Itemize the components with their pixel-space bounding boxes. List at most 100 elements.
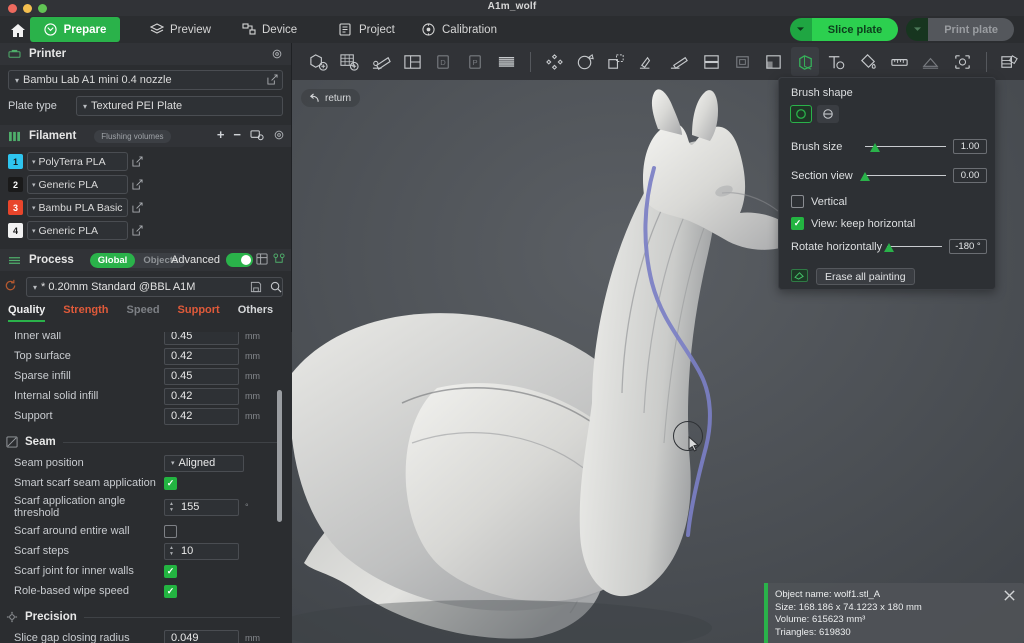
edit-filament-3-icon[interactable] — [132, 202, 143, 213]
cut-icon[interactable] — [665, 47, 693, 76]
setting-checkbox[interactable]: ✓ — [164, 564, 177, 578]
print-plate-button[interactable]: Print plate — [906, 18, 1014, 41]
save-preset-icon[interactable] — [250, 281, 262, 293]
filament-1-select[interactable]: ▾ PolyTerra PLA — [27, 152, 128, 171]
setting-value-input[interactable]: 0.45 — [164, 332, 239, 345]
section-view-value[interactable]: 0.00 — [953, 168, 987, 183]
move-icon[interactable] — [540, 47, 568, 76]
spinner-arrows-icon[interactable]: ▲ ▼ — [169, 545, 174, 557]
assembly-icon[interactable] — [917, 47, 945, 76]
filament-slot-3[interactable]: 3 ▾ Bambu PLA Basic — [8, 198, 143, 217]
add-object-icon[interactable] — [304, 47, 332, 76]
simplify-icon[interactable] — [948, 47, 976, 76]
reset-preset-icon[interactable] — [4, 279, 17, 292]
setting-value-input[interactable]: 0.049 — [164, 629, 239, 643]
copy-icon[interactable]: D — [430, 47, 458, 76]
setting-value-input[interactable]: 0.42 — [164, 407, 239, 425]
setting-checkbox[interactable]: ✓ — [164, 584, 177, 598]
seam-paint-icon[interactable] — [728, 47, 756, 76]
setting-value-input[interactable]: 0.42 — [164, 347, 239, 365]
edit-filament-4-icon[interactable] — [132, 225, 143, 236]
tab-preview[interactable]: Preview — [136, 17, 225, 42]
setting-value-input[interactable]: 0.42 — [164, 387, 239, 405]
brush-size-value[interactable]: 1.00 — [953, 139, 987, 154]
plate-type-select[interactable]: ▾ Textured PEI Plate — [76, 96, 283, 116]
slider-thumb[interactable] — [883, 242, 894, 252]
tab-strength[interactable]: Strength — [63, 304, 108, 322]
edit-printer-icon[interactable] — [267, 74, 278, 85]
paste-icon[interactable]: P — [461, 47, 489, 76]
sync-filament-icon[interactable] — [250, 129, 264, 141]
keep-horizontal-checkbox[interactable]: ✓ — [791, 217, 804, 230]
layers-icon[interactable] — [492, 47, 520, 76]
scale-icon[interactable] — [603, 47, 631, 76]
spinner-arrows-icon[interactable]: ▲ ▼ — [169, 501, 174, 513]
setting-checkbox[interactable] — [164, 524, 177, 538]
erase-all-painting-button[interactable]: Erase all painting — [816, 268, 915, 285]
tab-project[interactable]: Project — [325, 17, 409, 42]
tab-quality[interactable]: Quality — [8, 304, 46, 322]
setting-value-spinner[interactable]: ▲ ▼ 10 — [164, 542, 239, 560]
sphere-brush-button[interactable] — [790, 105, 812, 123]
rotate-slider[interactable] — [883, 242, 942, 252]
slice-plate-dropdown-arrow[interactable] — [789, 18, 812, 41]
edit-filament-1-icon[interactable] — [132, 156, 143, 167]
filament-2-select[interactable]: ▾ Generic PLA — [27, 175, 128, 194]
tab-calibration[interactable]: Calibration — [408, 17, 511, 42]
erase-all-painting-icon[interactable] — [791, 269, 808, 282]
color-paint-icon[interactable] — [791, 47, 820, 76]
filament-settings-gear-icon[interactable] — [273, 129, 285, 141]
printer-settings-gear-icon[interactable] — [271, 48, 283, 60]
tab-speed[interactable]: Speed — [127, 304, 160, 322]
fuzzy-skin-icon[interactable] — [760, 47, 788, 76]
rotate-icon[interactable] — [571, 47, 599, 76]
filament-slot-2[interactable]: 2 ▾ Generic PLA — [8, 175, 143, 194]
settings-scroll-area[interactable]: Inner wall 0.45 mm Top surface 0.42 mm S… — [0, 332, 292, 643]
section-view-slider[interactable] — [860, 171, 946, 181]
circle-brush-button[interactable] — [817, 105, 839, 123]
setting-checkbox[interactable]: ✓ — [164, 476, 177, 490]
vertical-checkbox-row[interactable]: Vertical — [791, 195, 847, 208]
tab-others[interactable]: Others — [238, 304, 273, 322]
setting-value-input[interactable]: 0.45 — [164, 367, 239, 385]
setting-value-spinner[interactable]: ▲ ▼ 155 — [164, 498, 239, 516]
close-icon[interactable] — [1003, 589, 1016, 602]
keep-horizontal-checkbox-row[interactable]: ✓ View: keep horizontal — [791, 217, 915, 230]
print-plate-dropdown-arrow[interactable] — [906, 18, 929, 41]
tab-device[interactable]: Device — [228, 17, 311, 42]
advanced-toggle[interactable] — [226, 253, 253, 267]
setting-value-select[interactable]: ▾ Aligned — [164, 454, 244, 472]
filament-3-color-swatch[interactable]: 3 — [8, 200, 23, 215]
printer-model-select[interactable]: ▾ Bambu Lab A1 mini 0.4 nozzle — [8, 70, 283, 90]
filament-4-color-swatch[interactable]: 4 — [8, 223, 23, 238]
slider-thumb[interactable] — [869, 142, 880, 152]
filament-3-select[interactable]: ▾ Bambu PLA Basic — [27, 198, 128, 217]
measure-icon[interactable] — [885, 47, 913, 76]
split-layout-icon[interactable] — [398, 47, 426, 76]
add-plate-icon[interactable] — [335, 47, 363, 76]
compare-presets-icon[interactable] — [273, 253, 285, 265]
support-paint-icon[interactable] — [697, 47, 725, 76]
advanced-toggle-wrap[interactable]: Advanced — [171, 253, 253, 267]
process-preset-select[interactable]: ▾ * 0.20mm Standard @BBL A1M — [26, 277, 283, 297]
flushing-volumes-button[interactable]: Flushing volumes — [94, 129, 171, 143]
home-icon[interactable] — [9, 21, 27, 39]
vertical-checkbox[interactable] — [791, 195, 804, 208]
rotate-value[interactable]: -180 ° — [949, 239, 987, 254]
settings-scrollbar-track[interactable] — [277, 332, 287, 643]
variable-layer-icon[interactable] — [996, 47, 1024, 76]
text-icon[interactable] — [822, 47, 850, 76]
filament-4-select[interactable]: ▾ Generic PLA — [27, 221, 128, 240]
filament-1-color-swatch[interactable]: 1 — [8, 154, 23, 169]
scope-global-option[interactable]: Global — [89, 252, 136, 268]
mirror-icon[interactable] — [634, 47, 662, 76]
add-filament-button[interactable]: + — [217, 128, 225, 142]
filament-slot-4[interactable]: 4 ▾ Generic PLA — [8, 221, 143, 240]
slider-thumb[interactable] — [860, 171, 870, 181]
search-preset-icon[interactable] — [270, 281, 282, 293]
fill-color-icon[interactable] — [854, 47, 882, 76]
settings-scrollbar-thumb[interactable] — [277, 390, 282, 522]
tab-prepare[interactable]: Prepare — [30, 17, 120, 42]
return-button[interactable]: return — [301, 89, 361, 107]
filament-slot-1[interactable]: 1 ▾ PolyTerra PLA — [8, 152, 143, 171]
